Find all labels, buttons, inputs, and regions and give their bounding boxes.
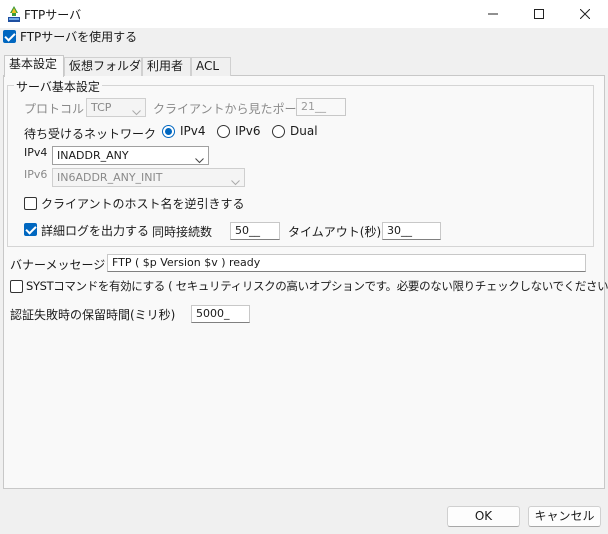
close-icon — [580, 9, 590, 19]
banner-label: バナーメッセージ — [10, 258, 106, 272]
enable-ftp-label: FTPサーバを使用する — [20, 30, 138, 44]
detail-log-label: 詳細ログを出力する — [41, 224, 150, 238]
ipv6-select[interactable]: IN6ADDR_ANY_INIT — [52, 168, 245, 187]
ok-button[interactable]: OK — [447, 506, 520, 527]
chevron-down-icon — [231, 174, 240, 186]
radio-ipv6[interactable] — [217, 125, 230, 138]
close-button[interactable] — [562, 0, 608, 28]
maximize-icon — [534, 9, 544, 19]
reverse-lookup-label: クライアントのホスト名を逆引きする — [41, 197, 245, 211]
tab-virtual-folder[interactable]: 仮想フォルダ — [64, 57, 142, 76]
tab-acl[interactable]: ACL — [191, 57, 231, 76]
protocol-value: TCP — [91, 101, 112, 114]
syst-command-checkbox[interactable] — [10, 280, 23, 293]
server-basic-group-title: サーバ基本設定 — [14, 78, 102, 95]
cancel-button[interactable]: キャンセル — [528, 506, 601, 527]
detail-log-checkbox[interactable] — [24, 223, 37, 236]
protocol-select[interactable]: TCP — [86, 98, 146, 117]
auth-delay-input[interactable]: 5000_ — [191, 305, 250, 323]
ipv4-value: INADDR_ANY — [57, 149, 129, 162]
ipv6-label: IPv6 — [24, 168, 48, 181]
max-connections-label: 同時接続数 — [152, 225, 213, 239]
max-connections-input[interactable]: 50__ — [230, 222, 280, 240]
chevron-down-icon — [132, 104, 141, 116]
radio-dual-label: Dual — [290, 124, 318, 138]
ftp-server-icon — [6, 5, 22, 23]
syst-command-label: SYSTコマンドを有効にする ( セキュリティリスクの高いオプションです。必要の… — [26, 279, 608, 293]
banner-input[interactable]: FTP ( $p Version $v ) ready — [107, 254, 586, 272]
timeout-input[interactable]: 30__ — [382, 222, 441, 240]
network-label: 待ち受けるネットワーク — [24, 127, 157, 141]
client-port-label: クライアントから見たポート — [153, 102, 309, 116]
tab-users[interactable]: 利用者 — [142, 57, 191, 76]
maximize-button[interactable] — [516, 0, 562, 28]
enable-ftp-checkbox[interactable] — [3, 30, 16, 43]
radio-dual[interactable] — [272, 125, 285, 138]
client-port-input[interactable]: 21__ — [296, 98, 346, 116]
ipv6-value: IN6ADDR_ANY_INIT — [57, 171, 163, 184]
timeout-label: タイムアウト(秒) — [288, 225, 382, 239]
minimize-button[interactable] — [470, 0, 516, 28]
protocol-label: プロトコル — [24, 102, 85, 116]
ipv4-select[interactable]: INADDR_ANY — [52, 146, 209, 165]
window-title: FTPサーバ — [24, 8, 82, 22]
tab-basic[interactable]: 基本設定 — [4, 55, 64, 77]
reverse-lookup-checkbox[interactable] — [24, 197, 37, 210]
radio-ipv4[interactable] — [162, 125, 175, 138]
ipv4-label: IPv4 — [24, 146, 48, 159]
auth-delay-label: 認証失敗時の保留時間(ミリ秒) — [10, 308, 176, 322]
chevron-down-icon — [195, 152, 204, 164]
radio-ipv4-label: IPv4 — [180, 124, 206, 138]
minimize-icon — [488, 9, 498, 19]
radio-ipv6-label: IPv6 — [235, 124, 261, 138]
